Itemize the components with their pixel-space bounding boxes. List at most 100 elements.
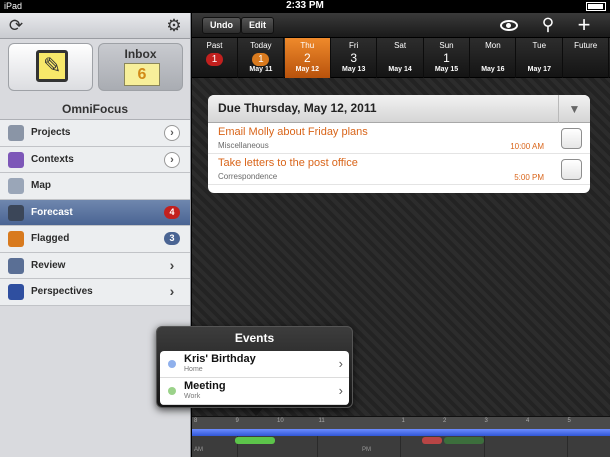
- sidebar-nav: Projects › Contexts › Map Forecast 4 Flagged 3 Re…: [0, 120, 190, 306]
- date-count: [378, 51, 423, 65]
- chevron-right-icon[interactable]: ›: [164, 151, 180, 168]
- date-day-name: Past: [206, 41, 223, 50]
- chevron-right-icon[interactable]: ›: [164, 125, 180, 141]
- date-label: May 17: [527, 66, 551, 73]
- sync-icon[interactable]: ⟳: [6, 16, 26, 36]
- gear-icon[interactable]: ⚙: [164, 16, 184, 36]
- task-context: Miscellaneous: [218, 141, 269, 150]
- quick-buttons: ✎ Inbox 6: [0, 39, 190, 99]
- chevron-right-icon: ›: [338, 356, 343, 371]
- timeline-tick: 8: [194, 418, 198, 424]
- perspectives-icon: [8, 284, 24, 300]
- task-name: Take letters to the post office: [218, 157, 358, 169]
- timeline-tick: 9: [235, 418, 239, 424]
- sidebar-item-contexts[interactable]: Contexts ›: [0, 147, 190, 173]
- date-label: May 12: [295, 66, 319, 73]
- timeline-tick: 5: [567, 418, 571, 424]
- event-row[interactable]: Meeting Work ›: [160, 378, 349, 405]
- task-list: Email Molly about Friday plans Miscellane…: [208, 123, 590, 185]
- date-count: [563, 51, 608, 65]
- chevron-down-icon[interactable]: ▼: [558, 95, 590, 123]
- inbox-button[interactable]: Inbox 6: [98, 43, 183, 91]
- event-row[interactable]: Kris' Birthday Home ›: [160, 351, 349, 378]
- inbox-label: Inbox: [124, 47, 157, 61]
- undo-button[interactable]: Undo: [202, 17, 241, 34]
- meeting-event-block[interactable]: [235, 437, 275, 444]
- sidebar-item-projects[interactable]: Projects ›: [0, 120, 190, 147]
- pencil-icon: ✎: [36, 50, 68, 82]
- task-due-time: 5:00 PM: [514, 173, 544, 182]
- new-item-button[interactable]: ✎: [8, 43, 93, 91]
- date-cell-today[interactable]: Today 1 May 11: [238, 38, 285, 78]
- edit-button[interactable]: Edit: [241, 17, 274, 34]
- task-row[interactable]: Email Molly about Friday plans Miscellane…: [208, 123, 590, 154]
- sidebar-item-flagged[interactable]: Flagged 3: [0, 226, 190, 253]
- task-row[interactable]: Take letters to the post office Correspon…: [208, 154, 590, 185]
- timeline-tick: 3: [484, 418, 488, 424]
- chevron-right-icon: ›: [338, 383, 343, 398]
- timeline-gridline: [400, 436, 401, 457]
- eye-icon[interactable]: [500, 20, 518, 31]
- sidebar-item-label: Forecast: [31, 206, 73, 218]
- calendar-color-dot: [168, 387, 176, 395]
- date-count-badge: 1: [252, 53, 270, 66]
- task-due-time: 10:00 AM: [510, 142, 544, 151]
- forecast-date-strip: Past 1 Today 1 May 11 Thu 2 May 12 Fri 3 May 13 Sat…: [192, 38, 610, 78]
- date-count-badge: 1: [206, 53, 223, 66]
- date-cell-thu[interactable]: Thu 2 May 12: [284, 38, 331, 78]
- status-bar: iPad 2:33 PM: [0, 0, 610, 13]
- event-calendar: Work: [184, 393, 201, 400]
- date-count: 3: [350, 51, 358, 65]
- due-panel: Due Thursday, May 12, 2011 ▼ Email Molly…: [208, 95, 590, 193]
- timeline-ticks: 8 9 10 11 1 2 3 4 5: [192, 417, 610, 429]
- app-title: OmniFocus: [0, 99, 190, 120]
- date-day-name: Sat: [394, 41, 407, 50]
- date-cell-fri[interactable]: Fri 3 May 13: [331, 38, 378, 78]
- date-day-name: Fri: [349, 41, 359, 50]
- add-icon[interactable]: +: [573, 14, 595, 36]
- timeline-tick: 1: [401, 418, 405, 424]
- count-badge: 4: [164, 205, 180, 219]
- date-label: May 16: [481, 66, 505, 73]
- task-checkbox[interactable]: [561, 128, 582, 149]
- review-icon: [8, 257, 24, 274]
- date-label: May 13: [342, 66, 366, 73]
- date-count: 1: [192, 51, 237, 66]
- sidebar-item-label: Review: [31, 259, 66, 271]
- chevron-right-icon: ›: [169, 283, 175, 299]
- timeline-tick: 4: [526, 418, 530, 424]
- date-count: [517, 51, 562, 65]
- forecast-icon: [8, 204, 24, 221]
- date-cell-future[interactable]: Future: [563, 38, 610, 78]
- task-context: Correspondence: [218, 172, 278, 181]
- timeline-tick: 2: [443, 418, 447, 424]
- event-block[interactable]: [444, 437, 484, 444]
- date-cell-tue[interactable]: Tue May 17: [517, 38, 563, 78]
- timeline-gridline: [317, 436, 318, 457]
- search-icon[interactable]: ⚲: [537, 15, 559, 35]
- date-count: 1: [238, 51, 283, 66]
- event-block[interactable]: [422, 437, 442, 444]
- date-day-name: Thu: [300, 41, 315, 50]
- date-cell-past[interactable]: Past 1: [192, 38, 238, 78]
- date-count: 1: [443, 51, 450, 65]
- sidebar-item-map[interactable]: Map: [0, 173, 190, 200]
- pm-label: PM: [362, 447, 371, 453]
- date-day-name: Today: [250, 41, 272, 50]
- sidebar-item-review[interactable]: Review ›: [0, 253, 190, 279]
- am-label: AM: [194, 447, 203, 453]
- count-badge: 3: [164, 232, 180, 245]
- due-header[interactable]: Due Thursday, May 12, 2011 ▼: [208, 95, 590, 123]
- date-cell-sat[interactable]: Sat May 14: [378, 38, 424, 78]
- event-list: Kris' Birthday Home › Meeting Work ›: [160, 351, 349, 405]
- sidebar-item-perspectives[interactable]: Perspectives ›: [0, 279, 190, 306]
- date-count: [470, 51, 515, 65]
- date-day-name: Sun: [439, 41, 454, 50]
- task-checkbox[interactable]: [561, 159, 582, 180]
- timeline[interactable]: 8 9 10 11 1 2 3 4 5 AM PM: [192, 416, 610, 457]
- date-cell-sun[interactable]: Sun 1 May 15: [424, 38, 470, 78]
- sidebar-item-forecast[interactable]: Forecast 4: [0, 199, 190, 226]
- timeline-bar: [192, 429, 610, 436]
- event-calendar: Home: [184, 366, 203, 373]
- date-cell-mon[interactable]: Mon May 16: [470, 38, 517, 78]
